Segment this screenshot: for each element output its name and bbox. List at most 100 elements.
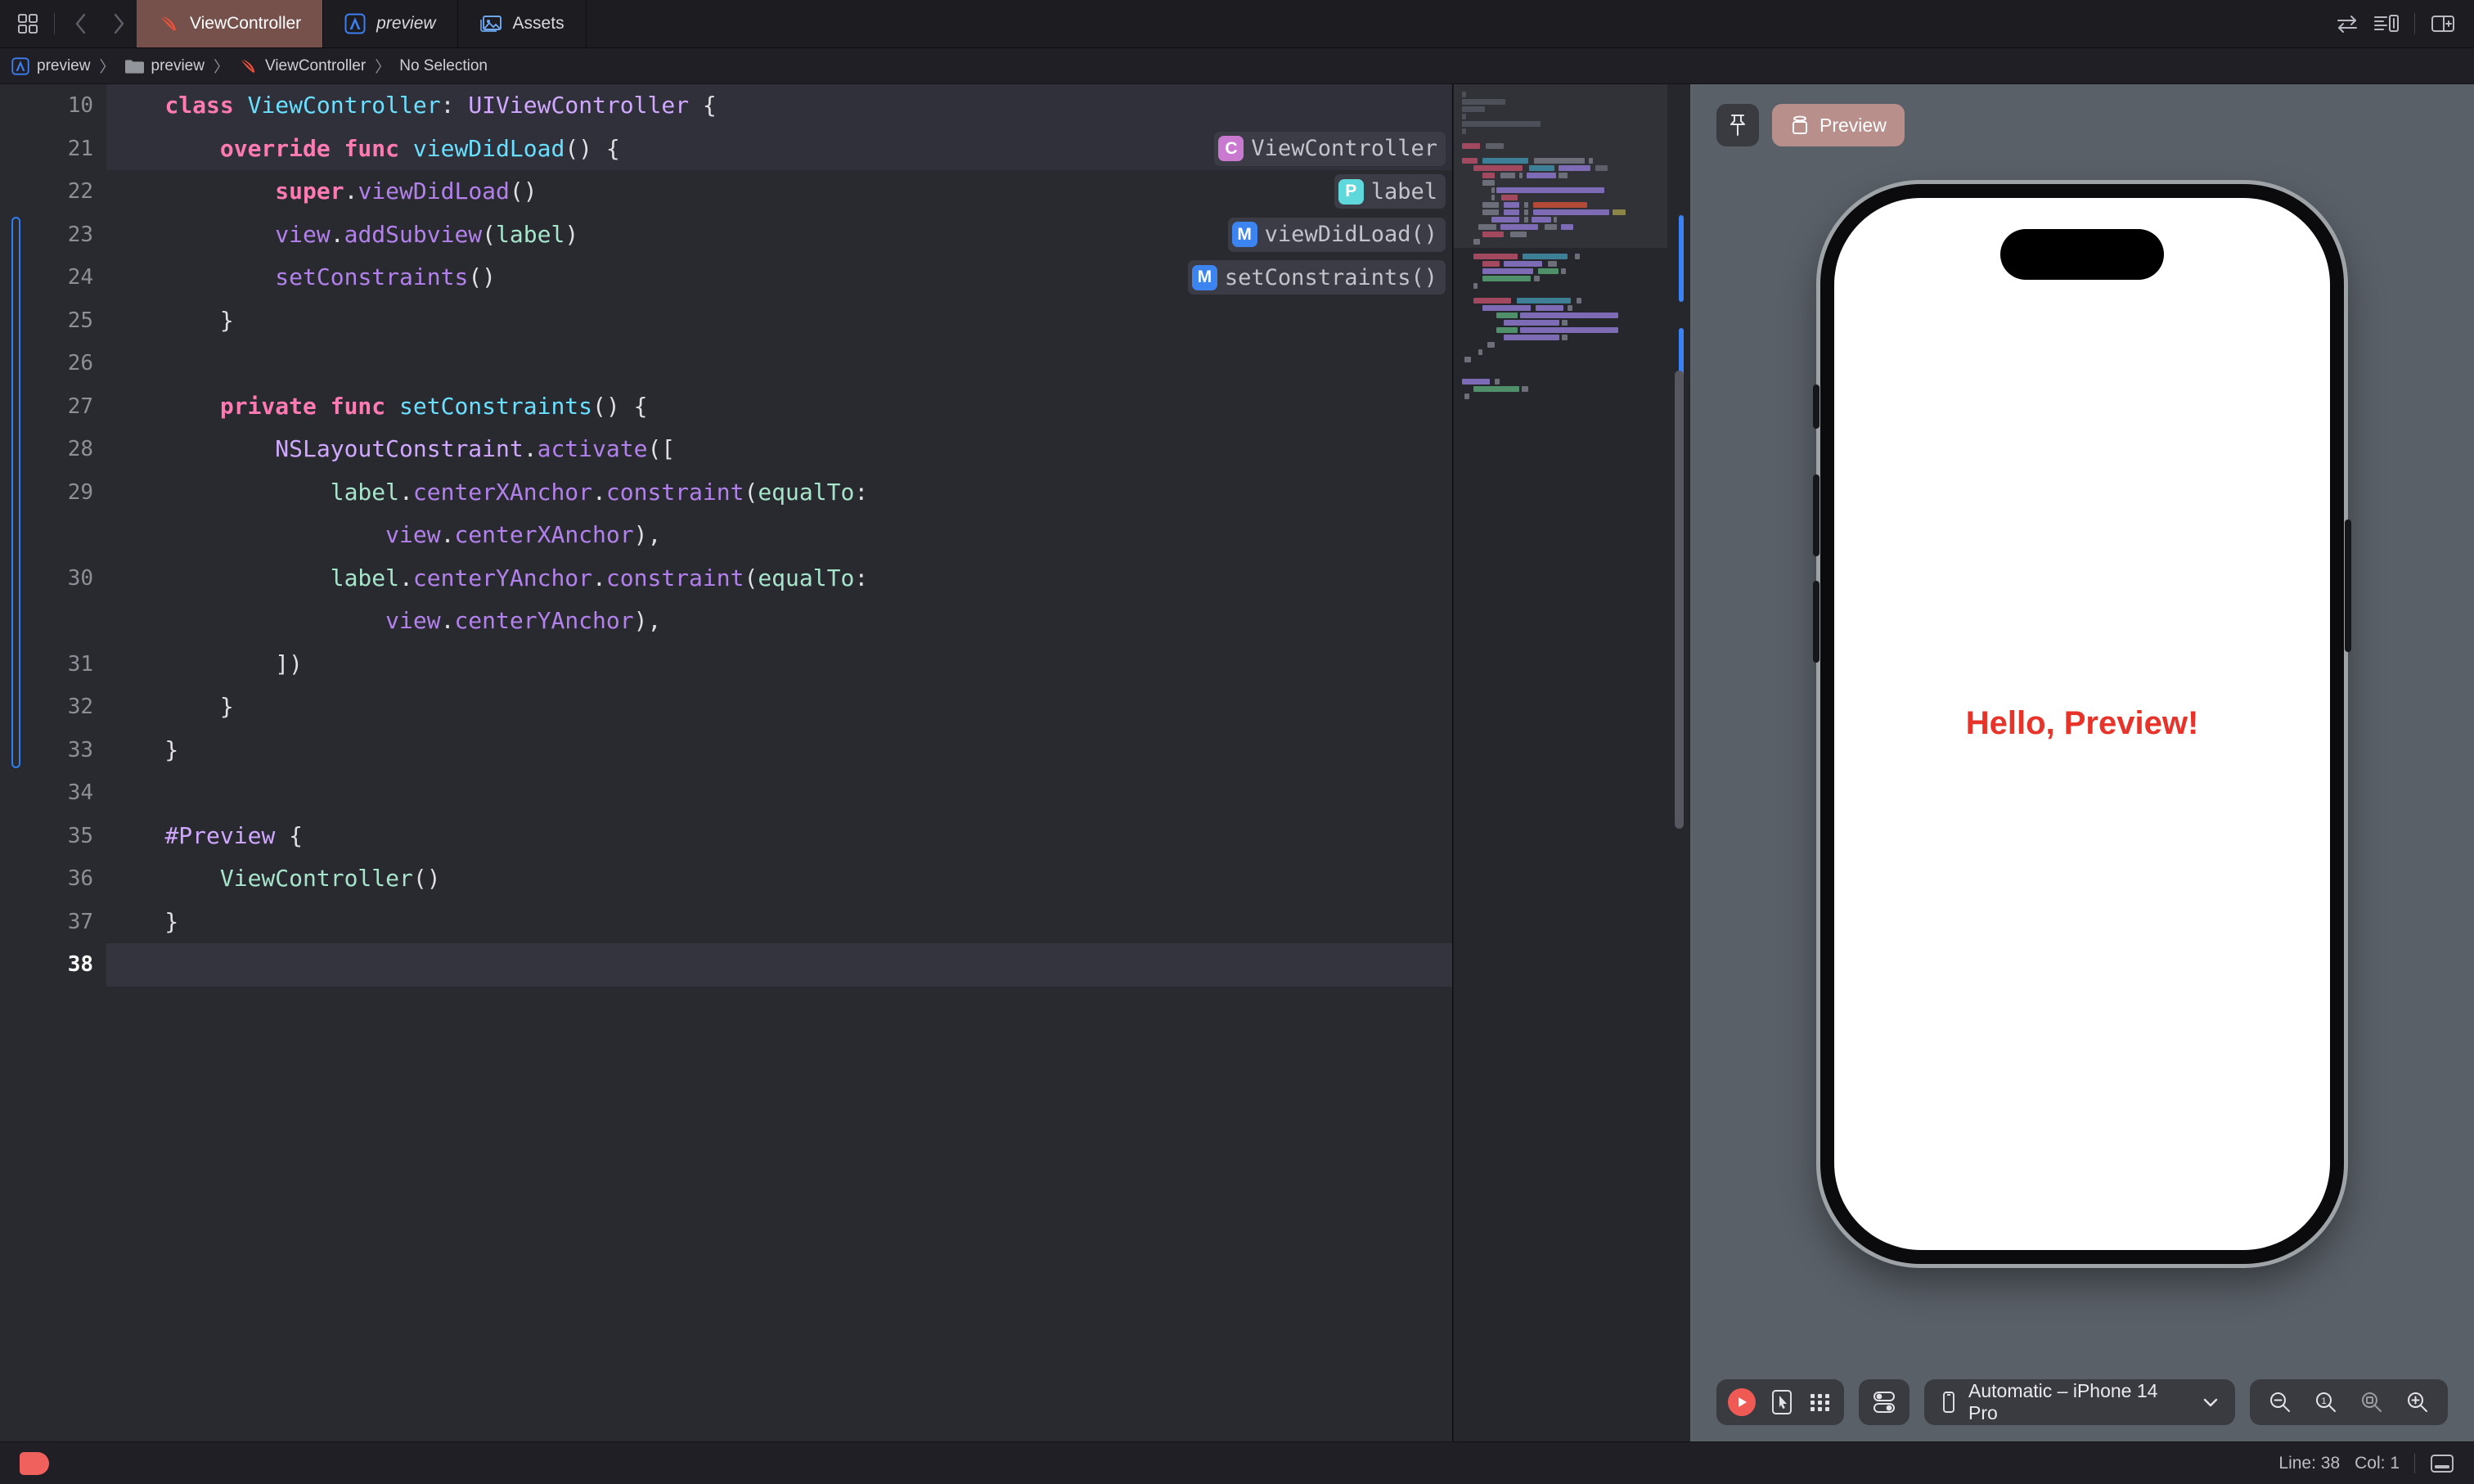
code-line[interactable]: }	[106, 299, 1452, 343]
line-number: 34	[67, 780, 93, 805]
minimap-token	[1544, 224, 1558, 230]
breadcrumb-item-selection[interactable]: No Selection	[399, 57, 488, 75]
code-line[interactable]: NSLayoutConstraint.activate([	[106, 428, 1452, 471]
symbol-chip[interactable]: MviewDidLoad()	[1227, 217, 1446, 252]
minimap-token	[1589, 158, 1593, 164]
minimap-line	[1462, 142, 1667, 150]
minimap-token	[1516, 298, 1572, 304]
code-editor[interactable]: 10 21 22 23 24 25 26 27 28 29 30 31 32 33 34 35 36 37 38 c…	[0, 84, 1453, 1441]
pin-icon[interactable]	[1716, 104, 1759, 146]
line-number	[23, 514, 93, 557]
minimap-line	[1462, 356, 1667, 363]
tab-label: preview	[376, 14, 436, 33]
minimap-line	[1462, 223, 1667, 231]
minimap-token	[1576, 298, 1581, 304]
minimap-line	[1462, 216, 1667, 223]
editor-options-icon[interactable]	[2368, 6, 2404, 42]
line-number: 28	[67, 437, 93, 461]
symbol-chip[interactable]: C ViewController	[1214, 131, 1446, 166]
device-volume-down-button	[1813, 580, 1820, 663]
debug-area-toggle-icon[interactable]	[2430, 1454, 2454, 1473]
preview-canvas[interactable]: Preview Hello, Preview! Automatic – iPho…	[1690, 84, 2474, 1441]
code-line[interactable]	[106, 342, 1452, 385]
zoom-to-fit-icon[interactable]	[2359, 1390, 2384, 1414]
zoom-in-icon[interactable]	[2405, 1390, 2430, 1414]
minimap-token	[1473, 386, 1519, 392]
editor-minimap[interactable]	[1453, 84, 1690, 1441]
tab-label: ViewController	[190, 14, 302, 33]
navigator-toggle-icon[interactable]	[10, 6, 46, 42]
tab-view-controller[interactable]: ViewController	[137, 0, 324, 47]
symbol-kind-badge: M	[1231, 222, 1257, 247]
assistant-editor-icon[interactable]	[2329, 6, 2365, 42]
preview-pill-button[interactable]: Preview	[1772, 104, 1905, 146]
breadcrumb-item-folder[interactable]: preview	[124, 57, 205, 75]
code-line[interactable]: ])	[106, 643, 1452, 686]
xcode-project-icon	[11, 56, 29, 75]
minimap-token	[1462, 121, 1541, 127]
minimap-token	[1553, 217, 1558, 223]
tab-assets[interactable]: Assets	[458, 0, 587, 47]
device-volume-up-button	[1813, 474, 1820, 556]
device-selector-dropdown[interactable]: Automatic – iPhone 14 Pro	[1924, 1379, 2235, 1425]
minimap-line	[1462, 334, 1667, 341]
device-settings-icon[interactable]	[1870, 1390, 1898, 1414]
code-line[interactable]: }	[106, 901, 1452, 944]
code-line[interactable]: label.centerXAnchor.constraint(equalTo:	[106, 471, 1452, 515]
code-line[interactable]: private func setConstraints() {	[106, 385, 1452, 429]
selectable-pointer-icon[interactable]	[1770, 1389, 1793, 1415]
code-line[interactable]: view.centerXAnchor),	[106, 514, 1452, 557]
minimap-line	[1462, 194, 1667, 201]
preview-hello-label: Hello, Preview!	[1965, 705, 2199, 741]
code-line[interactable]: super.viewDidLoad()	[106, 170, 1452, 214]
code-line[interactable]: ViewController()	[106, 857, 1452, 901]
swift-file-icon	[158, 13, 179, 34]
symbol-chip[interactable]: Plabel	[1334, 174, 1446, 209]
editor-scrollbar[interactable]	[1675, 371, 1684, 829]
minimap-token	[1462, 114, 1466, 119]
minimap-line	[1462, 150, 1667, 157]
minimap-token	[1523, 202, 1528, 208]
line-change-indicator[interactable]	[11, 216, 20, 768]
live-preview-play-icon[interactable]	[1728, 1388, 1756, 1416]
code-line[interactable]: }	[106, 686, 1452, 729]
code-line[interactable]: #Preview {	[106, 815, 1452, 858]
workspace-body: 10 21 22 23 24 25 26 27 28 29 30 31 32 33 34 35 36 37 38 c…	[0, 84, 2474, 1441]
minimap-token	[1595, 165, 1608, 171]
minimap-token	[1574, 254, 1581, 259]
symbol-chip[interactable]: MsetConstraints()	[1187, 260, 1446, 295]
breadcrumb-label: No Selection	[399, 56, 488, 74]
zoom-actual-size-icon[interactable]: 1	[2314, 1390, 2338, 1414]
breadcrumb-item-file[interactable]: ViewController	[238, 56, 366, 76]
code-line[interactable]: }	[106, 729, 1452, 772]
breadcrumb-item-project[interactable]: preview	[11, 57, 90, 75]
minimap-line	[1462, 253, 1667, 260]
inspector-toggle-icon[interactable]	[2425, 6, 2461, 42]
code-line[interactable]: view.centerYAnchor),	[106, 600, 1452, 643]
code-line[interactable]	[106, 943, 1452, 987]
canvas-top-controls: Preview	[1716, 104, 1905, 146]
line-number: 22	[67, 179, 93, 204]
minimap-line	[1462, 106, 1667, 113]
iphone-device-frame[interactable]: Hello, Preview!	[1813, 183, 2351, 1264]
back-chevron-icon[interactable]	[63, 6, 99, 42]
preview-pill-label: Preview	[1820, 114, 1887, 136]
minimap-token	[1473, 283, 1478, 289]
minimap-token	[1527, 173, 1556, 178]
minimap-token	[1482, 268, 1533, 274]
minimap-line	[1462, 275, 1667, 282]
zoom-out-icon[interactable]	[2268, 1390, 2292, 1414]
code-line[interactable]	[106, 771, 1452, 815]
minimap-token	[1567, 305, 1572, 311]
code-line[interactable]: label.centerYAnchor.constraint(equalTo:	[106, 557, 1452, 600]
device-screen[interactable]: Hello, Preview!	[1834, 197, 2330, 1250]
minimap-token	[1560, 224, 1574, 230]
forward-chevron-icon[interactable]	[101, 6, 137, 42]
code-line[interactable]: class ViewController: UIViewController {	[106, 84, 1452, 128]
build-status-indicator[interactable]	[20, 1451, 49, 1475]
minimap-token	[1504, 320, 1560, 326]
symbol-chip-label: viewDidLoad()	[1264, 222, 1437, 247]
tab-preview-project[interactable]: preview	[323, 0, 458, 47]
status-bar-right: Line: 38 Col: 1	[2278, 1453, 2454, 1473]
variants-grid-icon[interactable]	[1808, 1392, 1833, 1413]
